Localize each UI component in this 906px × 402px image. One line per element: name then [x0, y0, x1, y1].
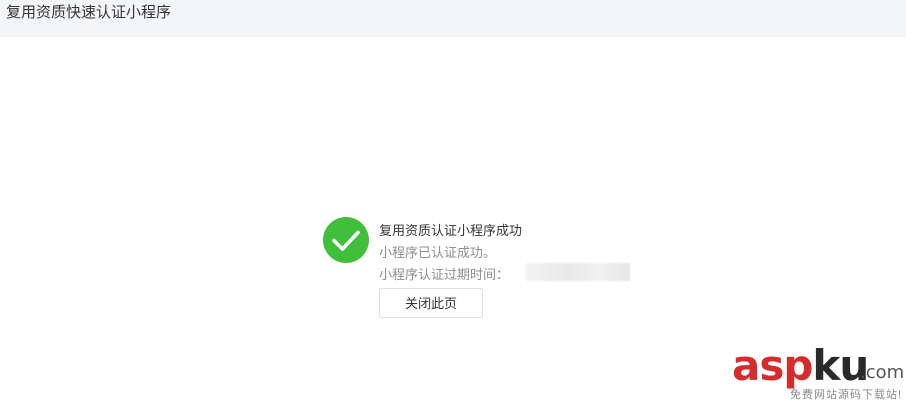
expire-value-redacted	[526, 263, 630, 281]
expire-label: 小程序认证过期时间：	[379, 267, 510, 282]
watermark-logo: aspku	[732, 341, 869, 390]
watermark-domain: .com	[860, 362, 905, 383]
page-title: 复用资质快速认证小程序	[6, 4, 172, 21]
site-watermark: aspku .com 免费网站源码下载站!	[732, 341, 905, 402]
result-title: 复用资质认证小程序成功	[379, 223, 523, 238]
watermark-tagline: 免费网站源码下载站!	[790, 389, 903, 401]
close-page-button[interactable]: 关闭此页	[379, 288, 483, 318]
check-circle-icon	[323, 217, 369, 263]
watermark-brand-part1: asp	[732, 341, 813, 390]
page-header: 复用资质快速认证小程序	[0, 0, 906, 37]
result-description: 小程序已认证成功。	[379, 245, 497, 260]
